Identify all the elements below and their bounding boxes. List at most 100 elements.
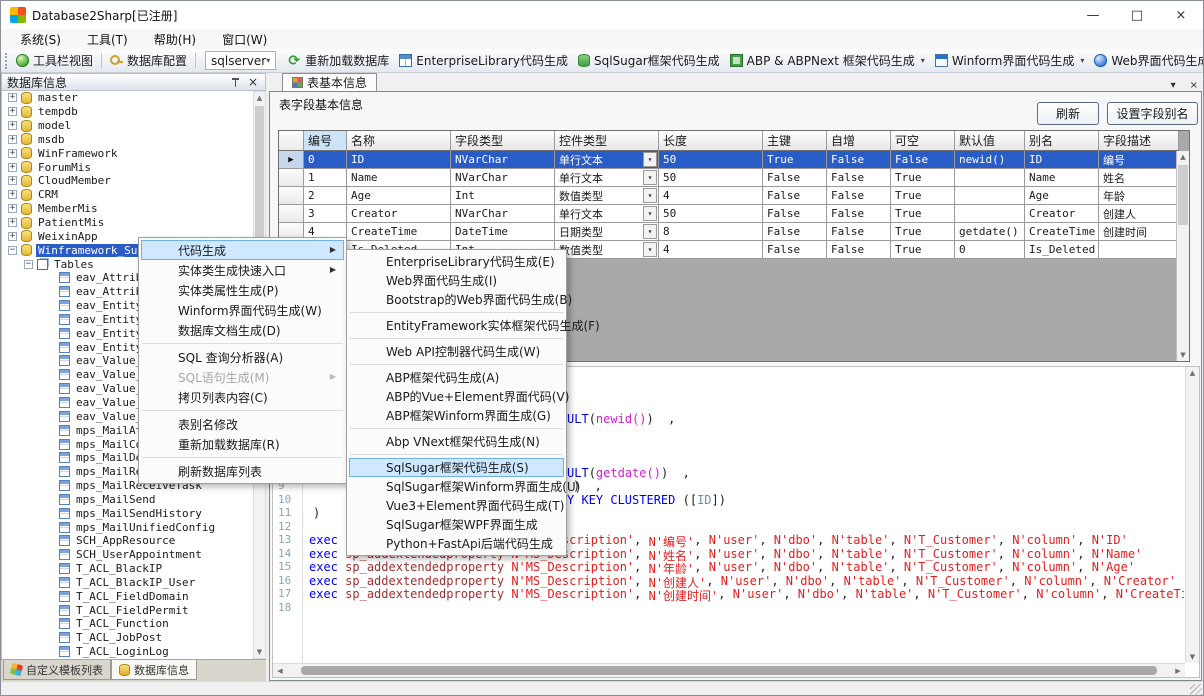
combo-dropdown-icon[interactable]: ▾ (643, 224, 657, 239)
grid-cell[interactable]: True (891, 169, 955, 187)
menu-item[interactable]: ABP框架代码生成(A) (349, 368, 564, 387)
tab-database-info[interactable]: 数据库信息 (111, 660, 197, 680)
grid-cell[interactable]: 50 (659, 169, 763, 187)
minimize-button[interactable]: — (1071, 1, 1115, 29)
grid-row-header[interactable] (279, 187, 304, 205)
combo-dropdown-icon[interactable]: ▾ (643, 170, 657, 185)
expander-minus-icon[interactable]: − (8, 246, 17, 255)
tree-item-database[interactable]: +model (2, 119, 253, 133)
grid-row-header[interactable] (279, 169, 304, 187)
grid-cell[interactable] (955, 187, 1025, 205)
scrollbar-thumb[interactable] (301, 666, 1157, 675)
grid-cell[interactable]: Is_Deleted (1025, 241, 1099, 259)
tree-item-database[interactable]: +CRM (2, 188, 253, 202)
db-type-select[interactable]: sqlserver ▾ (205, 51, 276, 70)
grid-column-header[interactable]: 字段描述 (1099, 131, 1179, 151)
close-button[interactable]: × (1159, 1, 1203, 29)
grid-cell[interactable]: newid() (955, 151, 1025, 169)
tree-item-table[interactable]: SCH_AppResource (2, 534, 253, 548)
grid-cell[interactable]: False (827, 223, 891, 241)
tree-item-database[interactable]: +tempdb (2, 105, 253, 119)
grid-row[interactable]: 3CreatorNVarChar单行文本▾50FalseFalseTrueCre… (279, 205, 1179, 223)
menu-item[interactable]: 拷贝列表内容(C) (141, 387, 344, 407)
grid-cell[interactable] (955, 205, 1025, 223)
document-close-icon[interactable]: × (1183, 80, 1204, 91)
expander-plus-icon[interactable]: + (8, 218, 17, 227)
menu-item[interactable]: Bootstrap的Web界面代码生成(B) (349, 290, 564, 309)
toolbar-dbconfig-button[interactable]: 数据库配置 (105, 50, 192, 72)
grid-cell[interactable]: True (891, 241, 955, 259)
grid-cell[interactable]: NVarChar (451, 169, 555, 187)
expander-plus-icon[interactable]: + (8, 232, 17, 241)
menu-item[interactable]: 代码生成▶ (141, 240, 344, 260)
grid-cell[interactable]: NVarChar (451, 151, 555, 169)
grid-cell[interactable]: False (763, 205, 827, 223)
menu-item[interactable]: 实体类生成快速入口▶ (141, 260, 344, 280)
scroll-left-icon[interactable]: ◀ (273, 664, 287, 677)
grid-row[interactable]: ▶0IDNVarChar单行文本▾50TrueFalseFalsenewid()… (279, 151, 1179, 169)
grid-cell[interactable]: DateTime (451, 223, 555, 241)
grid-cell[interactable]: True (763, 151, 827, 169)
grid-column-header[interactable]: 主键 (763, 131, 827, 151)
pin-icon[interactable] (231, 77, 240, 88)
grid-column-header[interactable]: 默认值 (955, 131, 1025, 151)
menubar-item[interactable]: 系统(S) (7, 31, 74, 48)
tree-item-database[interactable]: +PatientMis (2, 216, 253, 230)
grid-cell[interactable]: 数值类型▾ (555, 187, 659, 205)
tab-custom-templates[interactable]: 自定义模板列表 (3, 660, 111, 680)
scroll-down-icon[interactable]: ▼ (254, 648, 265, 656)
grid-cell[interactable]: 50 (659, 151, 763, 169)
toolbar-reload-button[interactable]: ⟳ 重新加载数据库 (282, 50, 394, 72)
menu-item[interactable]: ABP的Vue+Element界面代码(V) (349, 387, 564, 406)
tree-item-database[interactable]: +master (2, 91, 253, 105)
menu-item[interactable]: Web界面代码生成(I) (349, 271, 564, 290)
grid-cell[interactable] (1099, 241, 1179, 259)
menu-item[interactable]: SQL 查询分析器(A) (141, 347, 344, 367)
grid-column-header[interactable]: 名称 (347, 131, 451, 151)
grid-cell[interactable]: False (763, 223, 827, 241)
grid-cell[interactable]: 创建人 (1099, 205, 1179, 223)
toolbar-enterpriselibrary-button[interactable]: EnterpriseLibrary代码生成 (394, 50, 573, 72)
expander-plus-icon[interactable]: + (8, 163, 17, 172)
menu-item[interactable]: EnterpriseLibrary代码生成(E) (349, 252, 564, 271)
grid-cell[interactable]: False (827, 169, 891, 187)
combo-dropdown-icon[interactable]: ▾ (643, 206, 657, 221)
grid-cell[interactable]: 0 (304, 151, 347, 169)
grid-cell[interactable]: 创建时间 (1099, 223, 1179, 241)
menu-item[interactable]: Abp VNext框架代码生成(N) (349, 432, 564, 451)
scroll-up-icon[interactable]: ▲ (1177, 153, 1189, 161)
expander-plus-icon[interactable]: + (8, 204, 17, 213)
tree-item-table[interactable]: mps_MailSendHistory (2, 506, 253, 520)
toolbar-sqlsugar-button[interactable]: SqlSugar框架代码生成 (573, 50, 725, 72)
grid-cell[interactable]: 2 (304, 187, 347, 205)
expander-plus-icon[interactable]: + (8, 176, 17, 185)
grid-cell[interactable]: NVarChar (451, 205, 555, 223)
grid-column-header[interactable]: 字段类型 (451, 131, 555, 151)
grid-cell[interactable]: getdate() (955, 223, 1025, 241)
grid-row-header[interactable] (279, 205, 304, 223)
tree-item-table[interactable]: T_ACL_FieldDomain (2, 589, 253, 603)
menu-item[interactable]: SqlSugar框架WPF界面生成 (349, 515, 564, 534)
grid-cell[interactable]: False (827, 151, 891, 169)
chevron-down-icon[interactable]: ▾ (921, 56, 925, 65)
tree-item-table[interactable]: T_ACL_BlackIP_User (2, 576, 253, 590)
expander-plus-icon[interactable]: + (8, 107, 17, 116)
grid-cell[interactable]: 单行文本▾ (555, 151, 659, 169)
code-hscrollbar[interactable]: ◀ ▶ (273, 663, 1185, 677)
toolbar-grip[interactable] (5, 53, 7, 69)
combo-dropdown-icon[interactable]: ▾ (643, 188, 657, 203)
menubar-item[interactable]: 帮助(H) (141, 31, 209, 48)
grid-cell[interactable]: 数值类型▾ (555, 241, 659, 259)
maximize-button[interactable]: □ (1115, 1, 1159, 29)
grid-cell[interactable]: 年龄 (1099, 187, 1179, 205)
grid-cell[interactable]: False (763, 169, 827, 187)
combo-dropdown-icon[interactable]: ▾ (643, 152, 657, 167)
grid-cell[interactable]: False (763, 187, 827, 205)
set-alias-button[interactable]: 设置字段别名 (1107, 102, 1198, 125)
menu-item[interactable]: 表别名修改 (141, 414, 344, 434)
grid-column-header[interactable]: 可空 (891, 131, 955, 151)
menu-item[interactable]: Winform界面代码生成(W) (141, 300, 344, 320)
tree-item-table[interactable]: T_ACL_FieldPermit (2, 603, 253, 617)
grid-cell[interactable]: 单行文本▾ (555, 169, 659, 187)
grid-cell[interactable]: 1 (304, 169, 347, 187)
